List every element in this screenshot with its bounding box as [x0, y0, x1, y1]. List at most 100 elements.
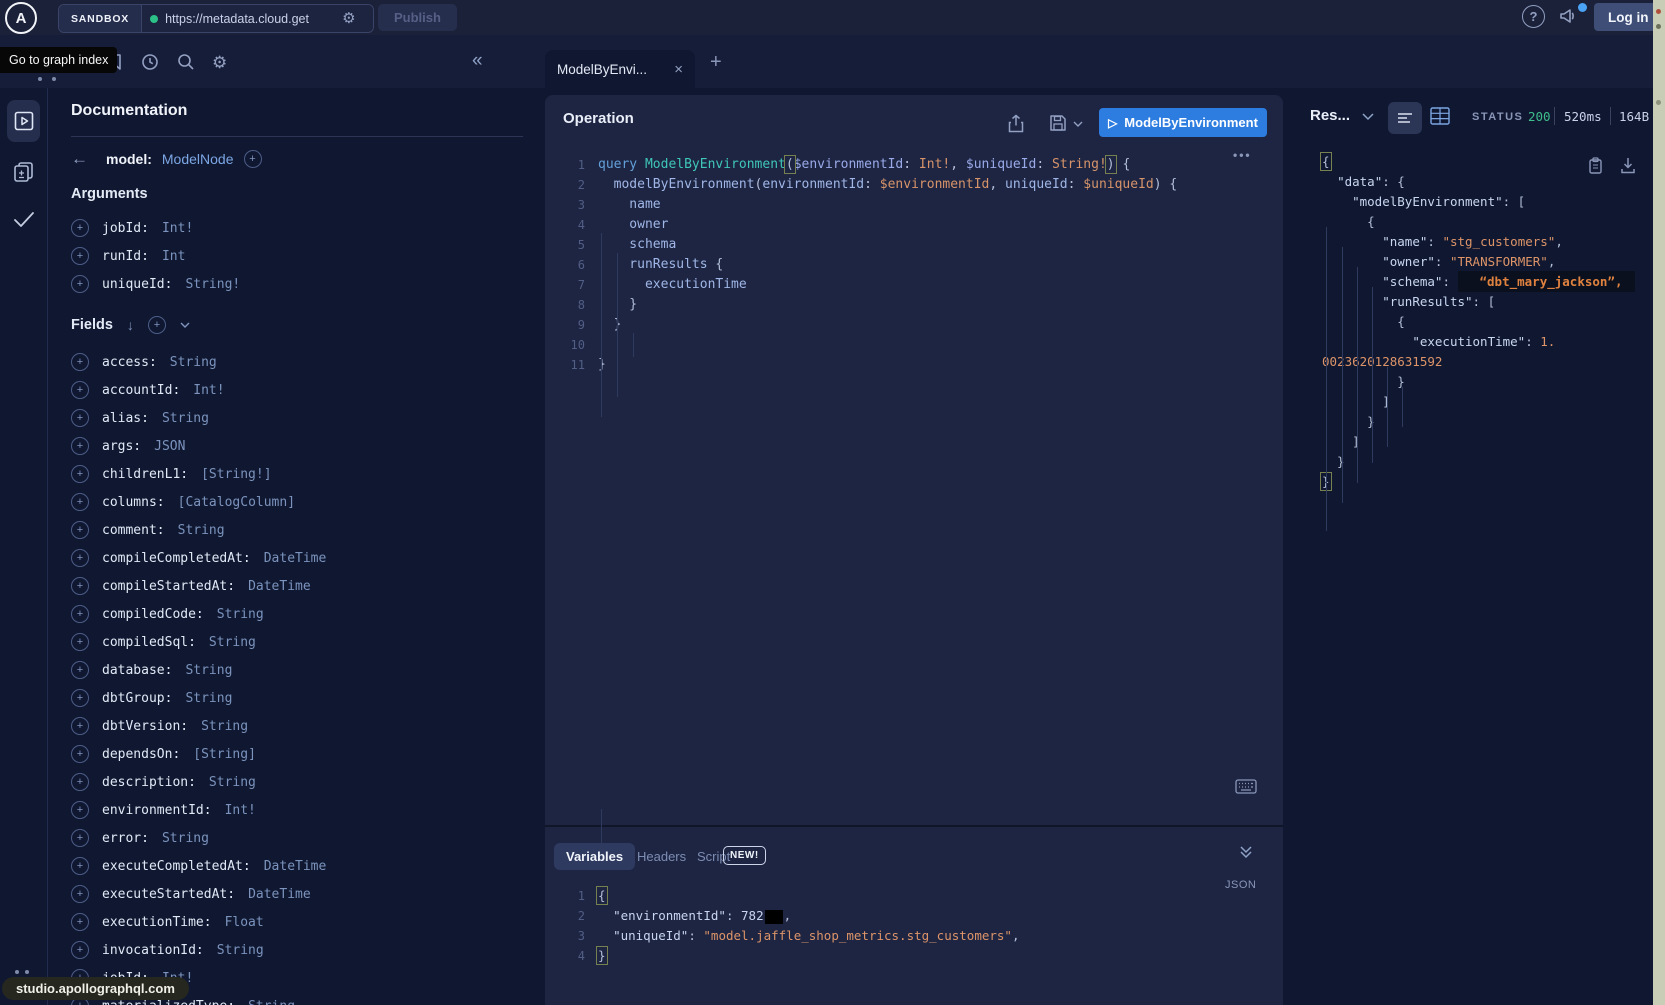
code-line[interactable]: } — [1302, 412, 1654, 432]
add-to-query-icon[interactable]: + — [71, 745, 89, 763]
field-type[interactable]: Float — [225, 915, 264, 930]
field-type[interactable]: String — [209, 775, 256, 790]
field-type[interactable]: String — [209, 635, 256, 650]
field-name[interactable]: compileStartedAt: — [102, 579, 235, 594]
field-type[interactable]: String — [201, 719, 248, 734]
field-type[interactable]: String — [248, 999, 295, 1005]
field-row[interactable]: +compiledSql:String — [71, 628, 531, 656]
code-line[interactable]: 8 } — [545, 295, 1283, 315]
field-type[interactable]: [String] — [193, 747, 256, 762]
field-row[interactable]: +compileStartedAt:DateTime — [71, 572, 531, 600]
field-row[interactable]: +database:String — [71, 656, 531, 684]
add-to-query-icon[interactable]: + — [71, 829, 89, 847]
add-to-query-icon[interactable]: + — [71, 465, 89, 483]
field-name[interactable]: executionTime: — [102, 915, 212, 930]
response-dropdown-chevron-icon[interactable] — [1362, 113, 1374, 121]
field-name[interactable]: accountId: — [102, 383, 180, 398]
field-type[interactable]: [CatalogColumn] — [178, 495, 295, 510]
field-name[interactable]: columns: — [102, 495, 165, 510]
field-row[interactable]: +access:String — [71, 348, 531, 376]
add-to-query-icon[interactable]: + — [71, 661, 89, 679]
code-line[interactable]: "data": { — [1302, 172, 1654, 192]
code-line[interactable]: 10 — [545, 335, 1283, 355]
field-type[interactable]: DateTime — [248, 887, 311, 902]
history-icon[interactable] — [141, 53, 159, 71]
endpoint-settings-gear-icon[interactable]: ⚙ — [342, 11, 355, 26]
back-arrow-icon[interactable]: ← — [71, 149, 88, 169]
table-view-toggle[interactable] — [1430, 107, 1450, 125]
sort-descending-icon[interactable]: ↓ — [127, 317, 134, 333]
field-row[interactable]: + description: String — [71, 768, 531, 796]
field-row[interactable]: +environmentId:Int! — [71, 796, 531, 824]
field-type[interactable]: DateTime — [264, 859, 327, 874]
field-row[interactable]: +runId:Int — [71, 242, 531, 270]
collapse-sidebar-icon[interactable]: « — [472, 50, 483, 72]
code-line[interactable]: { — [1302, 152, 1654, 172]
field-row[interactable]: +dbtVersion:String — [71, 712, 531, 740]
share-operation-icon[interactable] — [1007, 114, 1025, 133]
code-line[interactable]: 3 name — [545, 195, 1283, 215]
publish-button[interactable]: Publish — [378, 4, 457, 31]
code-line[interactable]: "name": "stg_customers", — [1302, 232, 1654, 252]
field-type[interactable]: String — [185, 663, 232, 678]
code-line[interactable]: { — [1302, 212, 1654, 232]
add-to-query-icon[interactable]: + — [71, 381, 89, 399]
field-row[interactable]: +compiledCode:String — [71, 600, 531, 628]
field-type[interactable]: String! — [185, 277, 240, 292]
code-line[interactable]: 6 runResults { — [545, 255, 1283, 275]
field-type[interactable]: [String!] — [201, 467, 271, 482]
schema-nav-item[interactable] — [12, 160, 36, 184]
field-name[interactable]: executeStartedAt: — [102, 887, 235, 902]
add-to-query-icon[interactable]: + — [71, 493, 89, 511]
field-name[interactable]: environmentId: — [102, 803, 212, 818]
field-row[interactable]: +args:JSON — [71, 432, 531, 460]
code-line[interactable]: } — [1302, 452, 1654, 472]
variables-editor[interactable]: 1{2 "environmentId": 782,3 "uniqueId": "… — [545, 886, 1283, 966]
run-operation-button[interactable]: ▷ ModelByEnvironment — [1099, 108, 1267, 137]
code-line[interactable]: } — [1302, 372, 1654, 392]
code-line[interactable]: 3 "uniqueId": "model.jaffle_shop_metrics… — [545, 926, 1283, 946]
code-line[interactable]: 4 owner — [545, 215, 1283, 235]
field-name[interactable]: jobId: — [102, 221, 149, 236]
code-line[interactable]: } — [1302, 472, 1654, 492]
explorer-nav-item[interactable] — [7, 100, 40, 142]
code-line[interactable]: 7 executionTime — [545, 275, 1283, 295]
code-line[interactable]: ] — [1302, 432, 1654, 452]
code-line[interactable]: 11} — [545, 355, 1283, 375]
code-line[interactable]: 0023620128631592 — [1302, 352, 1654, 372]
field-name[interactable]: compiledCode: — [102, 607, 204, 622]
url-bar[interactable]: SANDBOX https://metadata.cloud.get ⚙ — [58, 4, 374, 33]
add-to-query-icon[interactable]: + — [71, 521, 89, 539]
endpoint-url-input[interactable]: https://metadata.cloud.get — [165, 12, 335, 26]
field-type[interactable]: DateTime — [248, 579, 311, 594]
add-to-query-icon[interactable]: + — [71, 689, 89, 707]
code-line[interactable]: "executionTime": 1. — [1302, 332, 1654, 352]
field-name[interactable]: description: — [102, 775, 196, 790]
search-icon[interactable] — [177, 53, 195, 71]
add-to-query-icon[interactable]: + — [71, 717, 89, 735]
add-to-query-icon[interactable]: + — [71, 247, 89, 265]
field-name[interactable]: compileCompletedAt: — [102, 551, 251, 566]
add-to-query-icon[interactable]: + — [71, 913, 89, 931]
graphql-query-editor[interactable]: 1query ModelByEnvironment($environmentId… — [545, 155, 1283, 375]
apollo-logo-icon[interactable]: A — [5, 2, 37, 34]
code-line[interactable]: "runResults": [ — [1302, 292, 1654, 312]
field-row[interactable]: +accountId:Int! — [71, 376, 531, 404]
code-line[interactable]: 5 schema — [545, 235, 1283, 255]
tab-variables[interactable]: Variables — [554, 843, 635, 870]
field-name[interactable]: args: — [102, 439, 141, 454]
field-type[interactable]: String — [178, 523, 225, 538]
field-name[interactable]: compiledSql: — [102, 635, 196, 650]
field-name[interactable]: comment: — [102, 523, 165, 538]
add-all-fields-icon[interactable]: + — [148, 316, 166, 334]
code-line[interactable]: "owner": "TRANSFORMER", — [1302, 252, 1654, 272]
field-row[interactable]: + comment: String — [71, 516, 531, 544]
field-row[interactable]: +alias:String — [71, 404, 531, 432]
add-to-query-icon[interactable]: + — [71, 605, 89, 623]
field-type[interactable]: DateTime — [264, 551, 327, 566]
field-row[interactable]: +executeCompletedAt:DateTime — [71, 852, 531, 880]
field-type[interactable]: Int! — [225, 803, 256, 818]
field-name[interactable]: childrenL1: — [102, 467, 188, 482]
code-line[interactable]: 1query ModelByEnvironment($environmentId… — [545, 155, 1283, 175]
add-to-query-icon[interactable]: + — [71, 773, 89, 791]
